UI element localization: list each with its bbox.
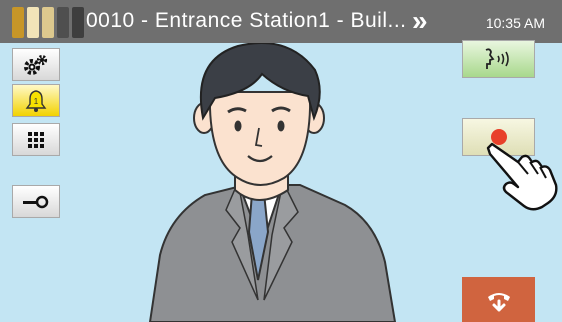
notification-button[interactable]: 1 — [12, 84, 60, 117]
end-call-button[interactable] — [462, 277, 535, 322]
pointing-hand-icon — [486, 142, 558, 211]
station-indicator — [27, 7, 39, 38]
station-indicator — [42, 7, 54, 38]
bell-icon: 1 — [24, 89, 48, 113]
intercom-screen: 0010 - Entrance Station1 - Buil... » 10:… — [0, 0, 562, 322]
status-bar: 0010 - Entrance Station1 - Buil... » 10:… — [0, 0, 562, 43]
grid-icon — [28, 131, 44, 148]
clock: 10:35 AM — [485, 15, 545, 31]
hang-up-icon — [487, 292, 510, 311]
gear-icon — [24, 54, 48, 75]
key-icon — [23, 195, 49, 208]
station-indicator — [12, 7, 24, 38]
settings-button[interactable] — [12, 48, 60, 81]
speaking-icon — [485, 48, 509, 69]
station-indicator — [72, 7, 84, 38]
station-title: 0010 - Entrance Station1 - Buil... — [86, 9, 407, 32]
door-release-button[interactable] — [12, 185, 60, 218]
bell-badge: 1 — [33, 96, 39, 106]
speak-button[interactable] — [462, 40, 535, 78]
menu-button[interactable] — [12, 123, 60, 156]
next-station-button[interactable]: » — [412, 5, 428, 37]
station-indicator — [57, 7, 69, 38]
